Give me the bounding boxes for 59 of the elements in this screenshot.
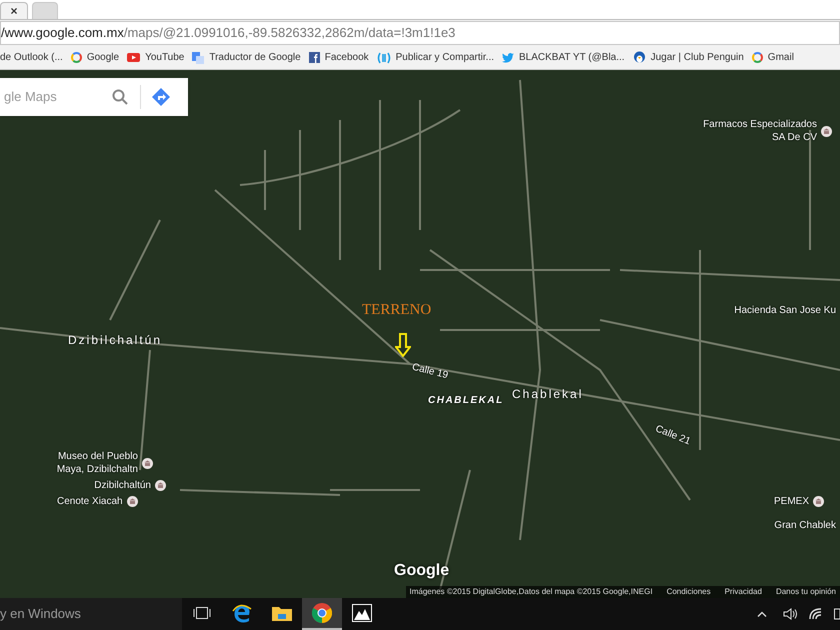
penguin-icon [632,51,646,64]
place-label: Cenote Xiacah [57,495,123,508]
town-label: Chablekal [512,387,584,401]
taskbar-search-box[interactable]: y en Windows [0,598,182,630]
address-bar[interactable]: /www.google.com.mx/maps/@21.0991016,-89.5826332,2862m/data=!3m1!1e3 [0,21,840,45]
road-label: Calle 19 [410,362,450,382]
chrome-browser-icon [312,603,332,623]
district-label: CHABLEKAL [428,395,504,406]
bookmark-link[interactable]: Jugar | Club Penguin [632,50,744,65]
footer-link[interactable]: Danos tu opinión [776,586,836,598]
google-g-icon [752,52,763,63]
place-label: Hacienda San Jose Ku [734,305,836,316]
taskbar-button[interactable] [302,598,342,630]
place-label: PEMEX [774,495,809,508]
task-view-icon [193,607,211,619]
search-icon[interactable] [112,89,128,105]
bookmark-link[interactable]: BLACKBAT YT (@Bla... [502,50,625,65]
footer-link[interactable]: Condiciones [666,586,711,598]
folder-icon [272,605,292,621]
down-arrow-icon [395,333,411,357]
bookmark-link[interactable]: Traductor de Google [192,50,301,65]
translate-icon [192,52,204,64]
directions-icon[interactable] [152,88,170,106]
landmark-icon [142,458,153,468]
footer-link[interactable]: Privacidad [724,586,762,598]
map-search-box[interactable]: gle Maps [0,78,188,116]
bookmark-link[interactable]: Publicar y Compartir... [376,50,494,65]
bookmark-link[interactable]: YouTube [127,50,184,65]
battery-icon[interactable] [834,608,840,620]
facebook-icon [308,52,320,63]
place-label: Farmacos Especializados SA De CV [703,118,817,144]
attribution-text: Imágenes ©2015 DigitalGlobe,Datos del mapa ©2015 Google,INEGI [410,586,653,598]
place-label: Dzibilchaltún [94,479,151,492]
mountain-picture-icon [352,604,372,622]
place-label: Gran Chablek [774,520,836,531]
google-logo: Google [394,561,450,581]
edge-browser-icon [232,603,252,623]
bookmark-link[interactable]: Google [70,50,120,65]
landmark-icon [821,126,832,136]
wifi-icon[interactable] [809,608,822,620]
bookmark-link[interactable]: Facebook [308,50,369,65]
chevron-up-icon[interactable] [757,611,767,617]
google-g-icon [70,52,82,63]
speaker-icon[interactable] [783,608,797,620]
bird-icon [502,52,514,62]
landmark-icon [813,496,824,507]
close-tab-icon[interactable]: × [10,5,18,17]
browser-tab[interactable]: × [0,2,28,19]
bookmark-link[interactable]: de Outlook (... [0,50,63,65]
landmark-icon [155,480,166,491]
place-label: Museo del Pueblo Maya, Dzibilchaltn [56,450,138,476]
search-field[interactable]: gle Maps [0,87,100,107]
town-label: Dzibilchaltún [68,333,162,347]
landmark-icon [126,496,138,507]
road-label: Calle 21 [654,423,692,448]
bookmark-link[interactable]: Gmail [752,50,794,65]
play-icon [127,53,140,62]
annotation-text: TERRENO [362,302,432,318]
share-icon [376,52,391,64]
